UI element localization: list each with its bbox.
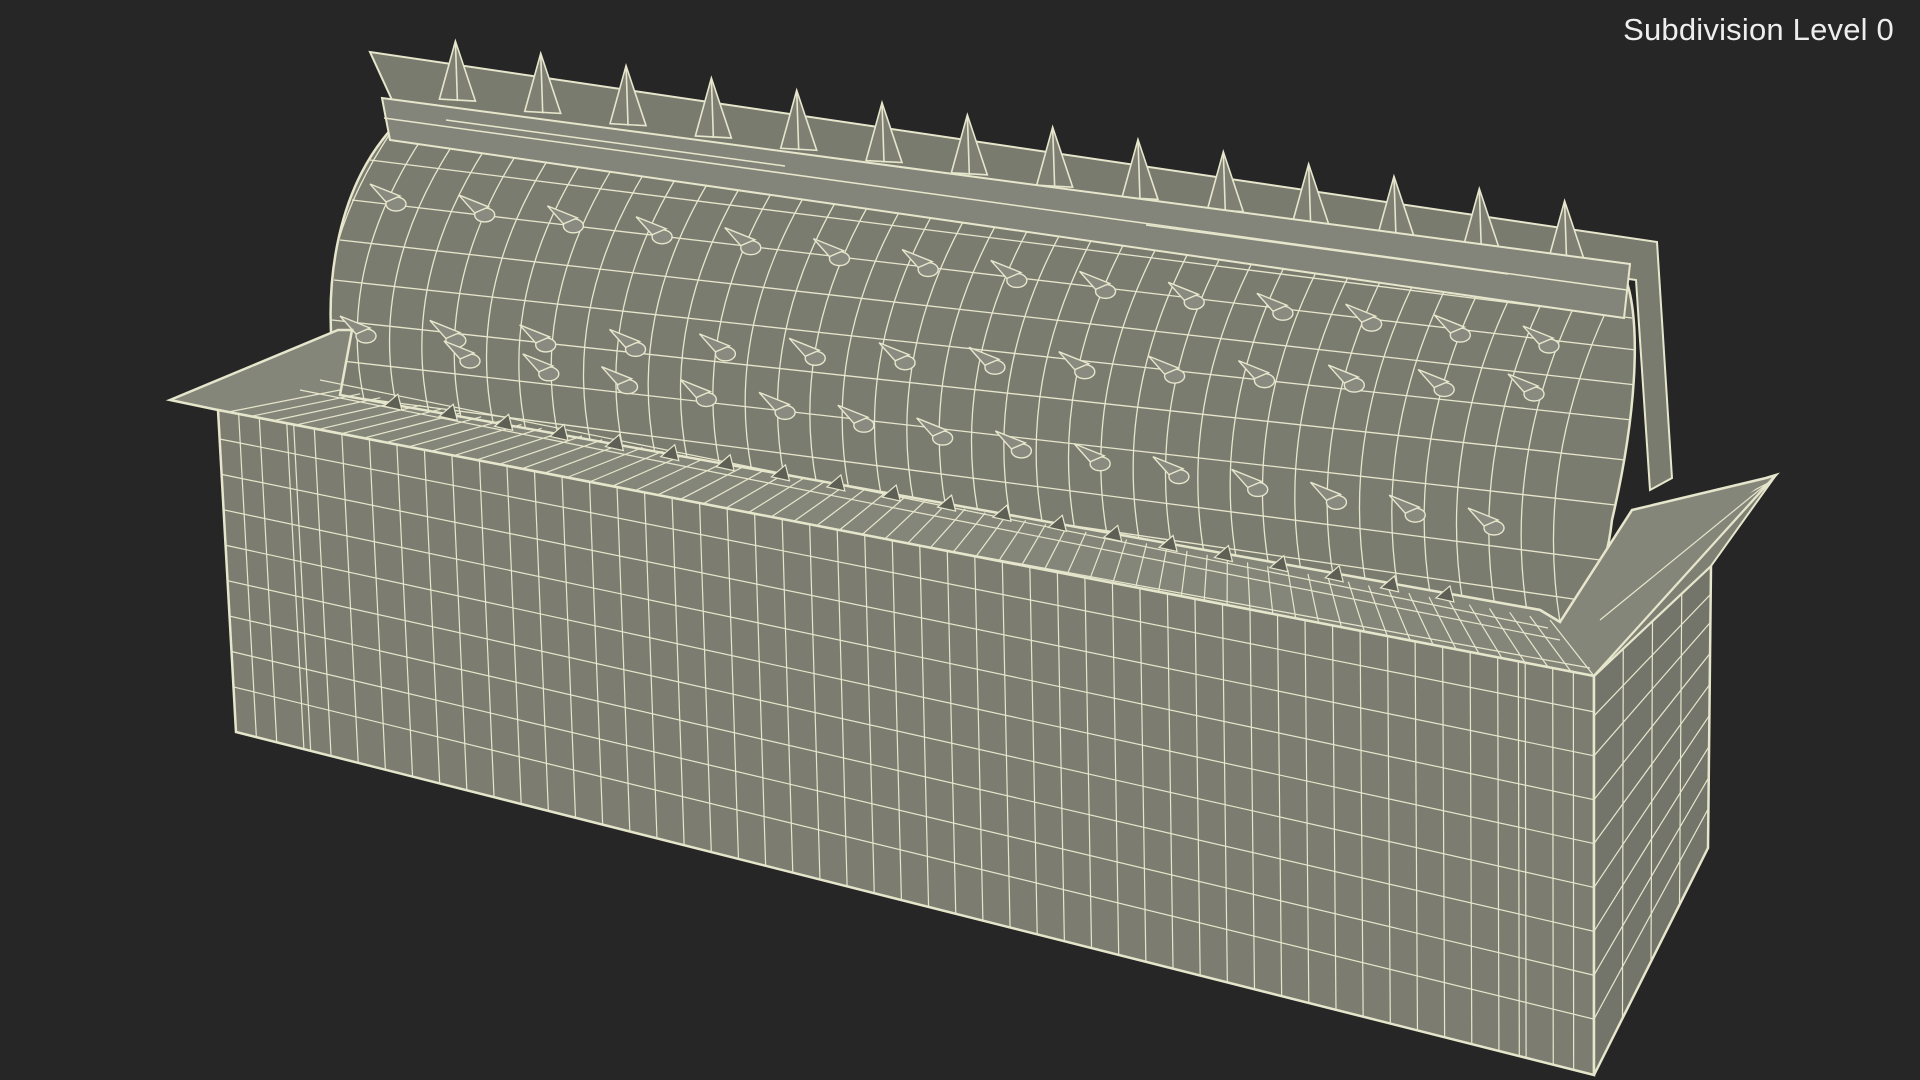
subdivision-level-label: Subdivision Level 0 — [1623, 12, 1894, 47]
wireframe-model — [165, 38, 1780, 1077]
3d-viewport[interactable]: Subdivision Level 0 — [0, 0, 1920, 1080]
